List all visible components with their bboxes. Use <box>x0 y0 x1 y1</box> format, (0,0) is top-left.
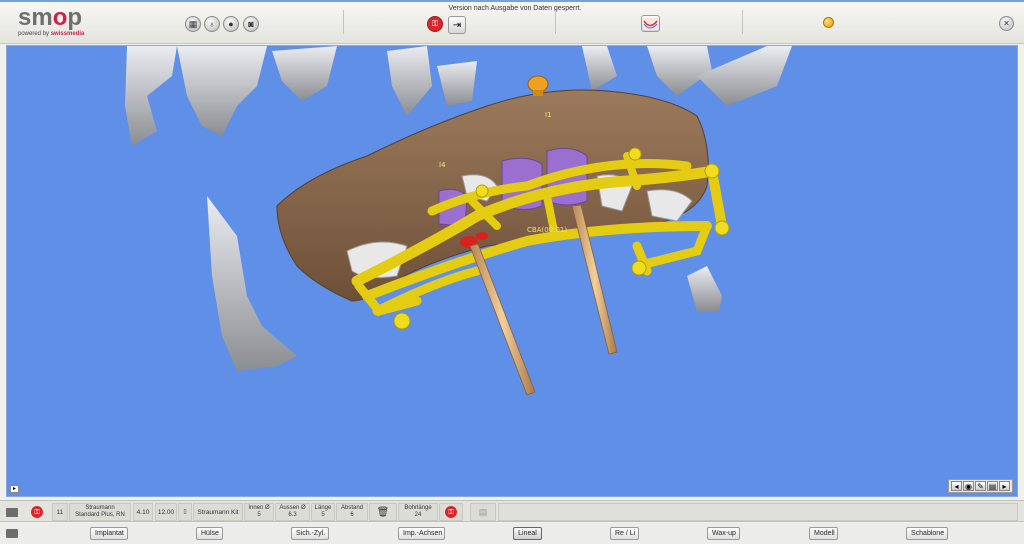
app-logo: smop powered by swissmedia <box>18 4 85 38</box>
drill-length: Bohrlänge 24 <box>398 503 438 521</box>
implant-info-bar: ⚿ 11 Straumann Standard Plus, RN 4.10 12.… <box>0 500 1024 522</box>
logo-tagline: powered by swissmedia <box>18 31 85 37</box>
trash-icon[interactable]: 🗑 <box>369 503 397 521</box>
sphere-view-icon[interactable]: ◉ <box>963 481 974 491</box>
implant-diameter: 4.10 <box>133 503 153 521</box>
curve-profile-icon[interactable] <box>641 15 660 32</box>
tooth-position: 11 <box>52 503 68 521</box>
bottom-tab-bar: Implantat Hülse Sich.-Zyl. Imp.-Achsen L… <box>0 523 1024 544</box>
document-icon[interactable]: ▤ <box>470 503 496 521</box>
tab-schablone[interactable]: Schablone <box>906 527 948 540</box>
outer-diameter: Aussen Ø 6.3 <box>275 503 310 521</box>
status-indicator-icon <box>823 17 834 28</box>
drill-kit[interactable]: Straumann Kit <box>193 503 243 521</box>
3d-model-render[interactable]: I1 I4 CBA(00:01) <box>7 46 1018 497</box>
display-mode-icon[interactable]: ▤ <box>987 481 998 491</box>
collapse-panel-icon[interactable] <box>6 529 18 538</box>
tab-huelse[interactable]: Hülse <box>196 527 223 540</box>
rotate-left-icon[interactable]: ◂ <box>951 481 962 491</box>
implant-type[interactable]: Straumann Standard Plus, RN <box>69 503 131 521</box>
toolbar-divider <box>343 10 344 34</box>
sleeve-length: Länge 5 <box>311 503 335 521</box>
version-lock-notice: Version nach Ausgabe von Daten gesperrt. <box>448 5 582 12</box>
info-bar-filler <box>498 503 1018 521</box>
toolbar-divider <box>742 10 743 34</box>
camera-video-icon[interactable]: ● <box>223 16 239 32</box>
view-controls: ◂ ◉ ✎ ▤ ▸ <box>948 479 1013 493</box>
lock-icon[interactable]: ⚿ <box>427 16 443 32</box>
export-icon[interactable]: ⇥ <box>448 16 466 34</box>
3d-viewport[interactable]: I1 I4 CBA(00:01) ▸ ◂ ◉ ✎ ▤ ▸ <box>6 45 1018 497</box>
grid-view-icon[interactable]: ▦ <box>185 16 201 32</box>
inner-diameter: Innen Ø5 <box>244 503 274 521</box>
tab-wax-up[interactable]: Wax-up <box>707 527 740 540</box>
tab-rechts-links[interactable]: Re / Li <box>610 527 639 540</box>
logo-wordmark: smop <box>18 4 83 31</box>
guide-label: CBA(00:01) <box>527 226 567 234</box>
top-toolbar: smop powered by swissmedia ▦ ♁ ● ◙ Versi… <box>0 0 1024 44</box>
tab-lineal[interactable]: Lineal <box>513 527 542 540</box>
sleeve-icon: ▯ <box>178 503 192 521</box>
toolbar-divider <box>555 10 556 34</box>
camera-icon[interactable]: ◙ <box>243 16 259 32</box>
top-accent-line <box>0 0 1024 2</box>
tab-implantat[interactable]: Implantat <box>90 527 128 540</box>
wand-icon[interactable]: ✎ <box>975 481 986 491</box>
sleeve-distance: Abstand 6 <box>336 503 368 521</box>
lock-icon[interactable]: ⚿ <box>28 503 46 521</box>
tab-modell[interactable]: Modell <box>809 527 838 540</box>
view-orientation-icon[interactable]: ▸ <box>10 485 19 493</box>
lock-icon[interactable]: ⚿ <box>439 503 463 521</box>
collapse-panel-icon[interactable] <box>6 508 18 517</box>
implant-length: 12.00 <box>155 503 177 521</box>
tab-implantat-achsen[interactable]: Imp.-Achsen <box>398 527 445 540</box>
rotate-right-icon[interactable]: ▸ <box>999 481 1010 491</box>
lightbulb-icon[interactable]: ♁ <box>204 16 220 32</box>
tab-sicherheitszylinder[interactable]: Sich.-Zyl. <box>291 527 329 540</box>
close-icon[interactable]: ✕ <box>999 16 1014 31</box>
implant-label-i1: I1 <box>545 111 552 119</box>
implant-label-i4: I4 <box>439 161 446 169</box>
